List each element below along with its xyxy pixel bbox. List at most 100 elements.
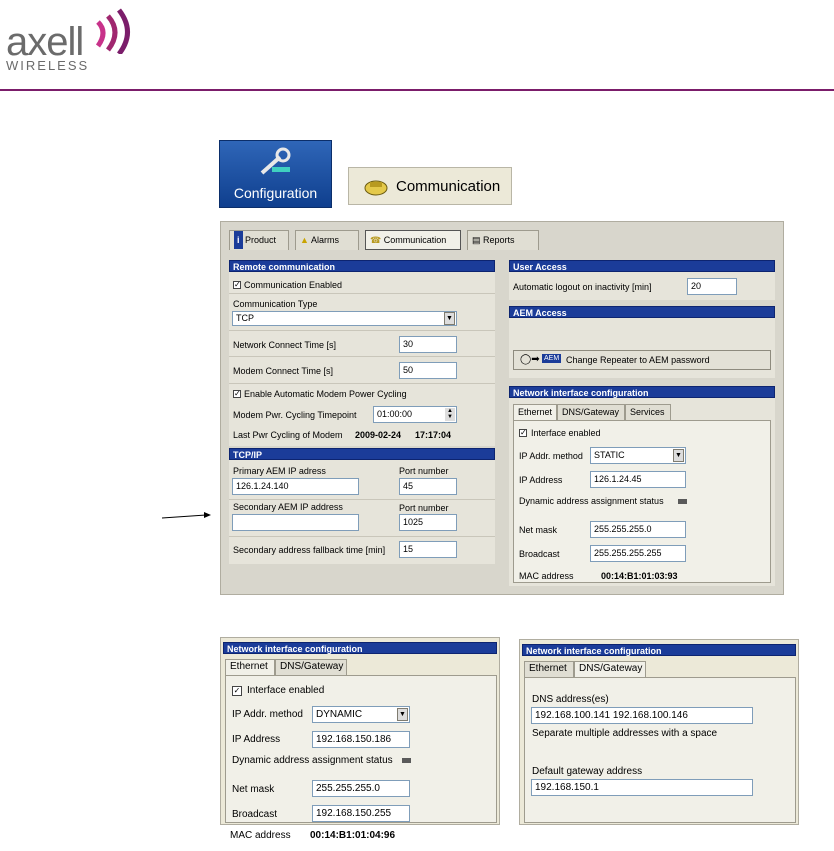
user-access-panel: User Access Automatic logout on inactivi… xyxy=(509,260,775,300)
gateway-label: Default gateway address xyxy=(532,766,643,777)
netmask-field[interactable]: 255.255.255.0 xyxy=(312,780,410,797)
ip-method-label: IP Addr. method xyxy=(232,709,303,720)
broadcast-label: Broadcast xyxy=(519,549,560,559)
aem-access-panel: AEM Access ◯➡ AEM Change Repeater to AEM… xyxy=(509,306,775,378)
interface-enabled-label: Interface enabled xyxy=(531,428,601,438)
tab-product-label: Product xyxy=(245,235,277,245)
ip-method-value: STATIC xyxy=(594,450,625,460)
configuration-window: i Product ▲ Alarms ☎ Communication ▤ Rep… xyxy=(220,221,784,595)
modem-connect-field[interactable]: 50 xyxy=(399,362,457,379)
tab-ethernet[interactable]: Ethernet xyxy=(513,404,557,420)
mac-address-label: MAC address xyxy=(519,571,574,581)
status-indicator-icon xyxy=(678,499,687,504)
alarm-icon: ▲ xyxy=(300,235,309,245)
divider xyxy=(229,356,495,357)
ethernet-tab-content: ✓ Interface enabled IP Addr. method STAT… xyxy=(513,420,771,583)
secondary-port-field[interactable]: 1025 xyxy=(399,514,457,531)
dns-address-label: DNS address(es) xyxy=(532,694,609,705)
ip-address-field[interactable]: 126.1.24.45 xyxy=(590,471,686,488)
primary-port-field[interactable]: 45 xyxy=(399,478,457,495)
ip-method-label: IP Addr. method xyxy=(519,451,583,461)
cycle-timepoint-label: Modem Pwr. Cycling Timepoint xyxy=(233,410,357,420)
tab-dns-gateway[interactable]: DNS/Gateway xyxy=(557,404,625,420)
divider xyxy=(229,293,495,294)
dns-tab-content: DNS address(es) 192.168.100.141 192.168.… xyxy=(524,677,796,823)
network-connect-field[interactable]: 30 xyxy=(399,336,457,353)
wrench-icon xyxy=(260,147,291,175)
remote-communication-header: Remote communication xyxy=(229,260,495,272)
cycle-timepoint-value: 01:00:00 xyxy=(377,409,413,419)
dyn-status-label: Dynamic address assignment status xyxy=(232,755,393,766)
network-interface-header: Network interface configuration xyxy=(522,644,796,656)
ethernet-tab-content: ✓ Interface enabled IP Addr. method DYNA… xyxy=(225,675,497,823)
logout-field[interactable]: 20 xyxy=(687,278,737,295)
spinner-icon[interactable]: ▲ ▼ xyxy=(445,408,455,421)
tab-alarms[interactable]: ▲ Alarms xyxy=(295,230,359,250)
tab-alarms-label: Alarms xyxy=(310,235,339,245)
tab-dns-gateway[interactable]: DNS/Gateway xyxy=(275,659,347,675)
secondary-ip-field[interactable] xyxy=(232,514,359,531)
ip-address-label: IP Address xyxy=(232,734,281,745)
dns-address-field[interactable]: 192.168.100.141 192.168.100.146 xyxy=(531,707,753,724)
tab-dns-gateway[interactable]: DNS/Gateway xyxy=(574,661,646,677)
ip-method-select[interactable]: STATIC ▼ xyxy=(590,447,686,464)
ip-address-field[interactable]: 192.168.150.186 xyxy=(312,731,410,748)
last-cycle-time: 17:17:04 xyxy=(415,430,452,440)
comm-enabled-label: Communication Enabled xyxy=(244,280,343,290)
mac-address-label: MAC address xyxy=(230,830,291,841)
pointer-arrow-icon xyxy=(162,512,211,519)
netmask-field[interactable]: 255.255.255.0 xyxy=(590,521,686,538)
divider xyxy=(229,536,495,537)
interface-enabled-checkbox[interactable]: ✓ xyxy=(519,429,527,437)
tcpip-header: TCP/IP xyxy=(229,448,495,460)
dns-hint: Separate multiple addresses with a space xyxy=(532,728,718,739)
ip-method-select[interactable]: DYNAMIC ▼ xyxy=(312,706,410,723)
brand-logo-subtitle: WIRELESS xyxy=(6,58,90,73)
auto-cycle-label: Enable Automatic Modem Power Cycling xyxy=(244,389,407,399)
tab-services[interactable]: Services xyxy=(625,404,671,420)
broadcast-label: Broadcast xyxy=(232,809,278,820)
phone-icon xyxy=(364,180,388,196)
comm-enabled-checkbox[interactable]: ✓ xyxy=(233,281,241,289)
cycle-timepoint-field[interactable]: 01:00:00 ▲ ▼ xyxy=(373,406,457,423)
communication-button[interactable]: Communication xyxy=(348,167,512,205)
logout-label: Automatic logout on inactivity [min] xyxy=(513,282,652,292)
phone-icon: ☎ xyxy=(370,235,382,245)
dyn-status-label: Dynamic address assignment status xyxy=(519,496,664,506)
broadcast-field[interactable]: 255.255.255.255 xyxy=(590,545,686,562)
configuration-label: Configuration xyxy=(233,185,318,201)
fallback-field[interactable]: 15 xyxy=(399,541,457,558)
report-icon: ▤ xyxy=(472,235,481,245)
broadcast-field[interactable]: 192.168.150.255 xyxy=(312,805,410,822)
tab-reports[interactable]: ▤ Reports xyxy=(467,230,539,250)
comm-type-select[interactable]: TCP ▼ xyxy=(232,311,457,326)
status-indicator-icon xyxy=(402,758,411,763)
configuration-button[interactable]: Configuration xyxy=(219,140,332,208)
chevron-down-icon[interactable]: ▼ xyxy=(444,312,455,325)
modem-connect-label: Modem Connect Time [s] xyxy=(233,366,334,376)
main-tabs: i Product ▲ Alarms ☎ Communication ▤ Rep… xyxy=(229,230,539,250)
interface-enabled-checkbox[interactable]: ✓ xyxy=(232,686,242,696)
last-cycle-date: 2009-02-24 xyxy=(355,430,402,440)
divider xyxy=(229,499,495,500)
divider xyxy=(229,383,495,384)
chevron-down-icon[interactable]: ▼ xyxy=(673,449,684,462)
tab-product[interactable]: i Product xyxy=(229,230,289,250)
fallback-label: Secondary address fallback time [min] xyxy=(233,545,386,555)
tab-ethernet[interactable]: Ethernet xyxy=(225,659,275,675)
key-arrow-icon: ◯➡ xyxy=(520,354,540,365)
tab-communication[interactable]: ☎ Communication xyxy=(365,230,461,250)
auto-cycle-checkbox[interactable]: ✓ xyxy=(233,390,241,398)
chevron-down-icon[interactable]: ▼ xyxy=(397,708,408,721)
primary-ip-field[interactable]: 126.1.24.140 xyxy=(232,478,359,495)
comm-type-label: Communication Type xyxy=(233,299,318,309)
network-config-dynamic-window: Network interface configuration Ethernet… xyxy=(220,637,500,825)
primary-ip-label: Primary AEM IP adress xyxy=(233,466,326,476)
change-aem-password-button[interactable]: ◯➡ AEM Change Repeater to AEM password xyxy=(513,350,771,370)
tab-reports-label: Reports xyxy=(483,235,515,245)
info-icon: i xyxy=(234,231,243,249)
comm-type-value: TCP xyxy=(236,313,254,323)
gateway-field[interactable]: 192.168.150.1 xyxy=(531,779,753,796)
tab-ethernet[interactable]: Ethernet xyxy=(524,661,574,677)
network-interface-panel: Network interface configuration Ethernet… xyxy=(509,386,775,586)
